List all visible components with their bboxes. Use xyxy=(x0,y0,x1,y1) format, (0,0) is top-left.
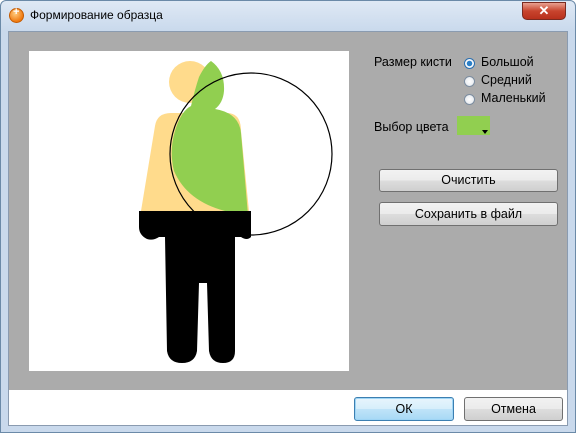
brush-medium-label[interactable]: Средний xyxy=(481,73,532,87)
ok-button[interactable]: ОК xyxy=(354,397,454,421)
color-picker[interactable] xyxy=(457,116,490,135)
dialog-client-area: Размер кисти Большой Средний Маленький В… xyxy=(8,31,568,426)
brush-size-label: Размер кисти xyxy=(374,55,452,69)
save-to-file-button[interactable]: Сохранить в файл xyxy=(379,202,558,226)
close-button[interactable]: ✕ xyxy=(522,2,566,20)
color-select-label: Выбор цвета xyxy=(374,120,449,134)
brush-large-radio[interactable] xyxy=(464,58,475,69)
clear-button[interactable]: Очистить xyxy=(379,169,558,192)
figure-drawing xyxy=(139,61,333,363)
drawing-canvas[interactable] xyxy=(29,51,349,371)
cancel-button[interactable]: Отмена xyxy=(464,397,563,421)
brush-small-radio[interactable] xyxy=(464,94,475,105)
dialog-footer: ОК Отмена xyxy=(9,390,567,425)
brush-medium-radio[interactable] xyxy=(464,76,475,87)
app-icon xyxy=(9,6,24,23)
brush-small-label[interactable]: Маленький xyxy=(481,91,546,105)
dropdown-arrow-icon xyxy=(482,130,488,134)
title-bar[interactable]: Формирование образца ✕ xyxy=(1,1,575,31)
window-title: Формирование образца xyxy=(30,8,163,22)
brush-large-label[interactable]: Большой xyxy=(481,55,534,69)
dialog-window: Формирование образца ✕ Размер кисти Боль… xyxy=(0,0,576,433)
